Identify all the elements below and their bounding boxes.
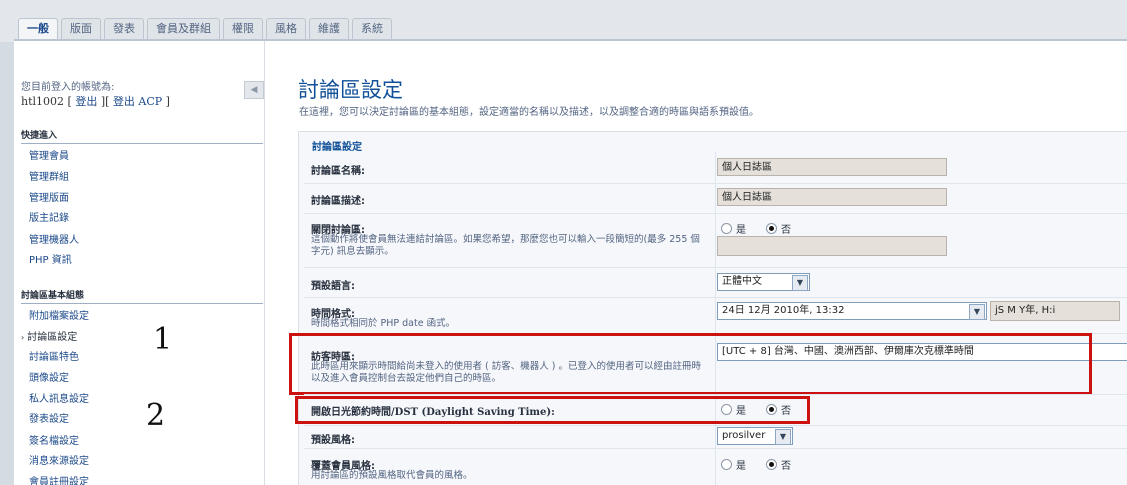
tab-permissions[interactable]: 權限 [223,18,263,40]
board-disable-yes-label: 是 [736,225,746,236]
row-divider [304,183,1127,184]
date-format-explain: 時間格式相同於 PHP date 函式。 [311,318,456,329]
override-style-radios: 是 否 [721,457,791,472]
override-style-explain: 用討論區的預設風格取代會員的風格。 [311,470,473,481]
nav-avatar-settings[interactable]: 頭像設定 [29,369,69,384]
board-disable-no-radio[interactable] [766,223,777,234]
row-divider [304,267,1127,268]
nav-post-settings[interactable]: 發表設定 [29,410,69,425]
current-arrow-icon: › [21,333,25,342]
annotation-number-1: 1 [149,322,251,358]
page-title: 討論區設定 [298,78,403,102]
logout-link[interactable]: 登出 [75,95,97,108]
override-style-yes-label: 是 [736,461,746,472]
tab-system[interactable]: 系統 [352,18,392,40]
row-divider [304,394,1127,395]
default-lang-select[interactable]: 正體中文 ▼ [717,273,810,291]
tab-styles[interactable]: 風格 [266,18,306,40]
nav-board-settings[interactable]: › 討論區設定 [21,328,77,343]
tab-maintenance[interactable]: 維護 [309,18,349,40]
tab-forums[interactable]: 版面 [61,18,101,40]
row-divider [304,448,1127,449]
date-format-value: 24日 12月 2010年, 13:32 [722,305,845,316]
row-divider [304,213,1127,214]
override-style-no-radio[interactable] [766,459,777,470]
default-style-value: prosilver [722,430,766,441]
board-disable-no-label: 否 [781,225,791,236]
board-disable-explain: 這個動作將使會員無法連結討論區。如果您希望，那麼您也可以輸入一段簡短的(最多 2… [311,234,700,257]
default-style-select[interactable]: prosilver ▼ [717,427,793,445]
arrow-left-icon: ◀ [250,85,258,95]
highlight-box-timezone [289,333,1092,395]
nav-registration-settings[interactable]: 會員註冊設定 [29,473,89,485]
page-description: 在這裡，您可以決定討論區的基本組態，設定適當的名稱以及描述，以及調整合適的時區與… [299,107,759,118]
nav-manage-forums[interactable]: 管理版面 [29,189,69,204]
row-divider [304,425,1127,426]
collapse-sidebar-button[interactable]: ◀ [244,81,264,99]
nav-board-features[interactable]: 討論區特色 [29,348,79,363]
tab-users-groups[interactable]: 會員及群組 [147,18,220,40]
nav-board-settings-label: 討論區設定 [27,332,78,343]
tab-posting[interactable]: 發表 [104,18,144,40]
main-panel: 您目前登入的帳號為: htl1002 [ 登出 ][ 登出 ACP ] ◀ 快捷… [14,41,1127,485]
tab-bar: 一般 版面 發表 會員及群組 權限 風格 維護 系統 [0,0,1127,43]
nav-manage-bots[interactable]: 管理機器人 [29,231,79,246]
board-disable-message-input[interactable] [717,236,947,256]
site-name-label: 討論區名稱: [311,166,365,177]
date-format-custom-input[interactable]: jS M Y年, H:i [990,301,1120,321]
default-lang-value: 正體中文 [722,276,762,287]
override-style-no-label: 否 [781,461,791,472]
site-name-input[interactable]: 個人日誌區 [717,158,947,176]
row-divider [304,297,1127,298]
chevron-down-icon: ▼ [792,275,808,291]
chevron-down-icon: ▼ [969,304,985,320]
nav-manage-groups[interactable]: 管理群組 [29,168,69,183]
login-user: htl1002 [ 登出 ][ 登出 ACP ] [21,95,170,108]
nav-signature-settings[interactable]: 簽名檔設定 [29,432,79,447]
settings-legend: 討論區設定 [309,138,365,153]
nav-pm-settings[interactable]: 私人訊息設定 [29,390,89,405]
nav-feed-settings[interactable]: 消息來源設定 [29,452,89,467]
board-disable-radios: 是 否 [721,221,791,236]
highlight-box-dst [295,396,810,424]
nav-mod-log[interactable]: 版主記錄 [29,209,69,224]
default-lang-label: 預設語言: [311,281,355,292]
annotation-number-2: 2 [142,398,244,434]
column-divider [715,152,716,485]
default-style-label: 預設風格: [311,435,355,446]
logout-acp-link[interactable]: 登出 ACP [113,95,162,108]
quick-access-heading: 快捷進入 [21,128,263,144]
site-desc-input[interactable]: 個人日誌區 [717,188,947,206]
sidebar: 您目前登入的帳號為: htl1002 [ 登出 ][ 登出 ACP ] ◀ 快捷… [14,41,265,485]
nav-manage-users[interactable]: 管理會員 [29,147,69,162]
nav-php-info[interactable]: PHP 資訊 [29,251,72,266]
board-disable-yes-radio[interactable] [721,223,732,234]
username: htl1002 [21,95,65,108]
site-desc-label: 討論區描述: [311,196,365,207]
date-format-select[interactable]: 24日 12月 2010年, 13:32 ▼ [717,302,987,320]
chevron-down-icon: ▼ [775,429,791,445]
login-label: 您目前登入的帳號為: [21,82,115,93]
nav-attachment-settings[interactable]: 附加檔案設定 [29,307,89,322]
override-style-yes-radio[interactable] [721,459,732,470]
board-config-heading: 討論區基本組態 [21,288,263,304]
